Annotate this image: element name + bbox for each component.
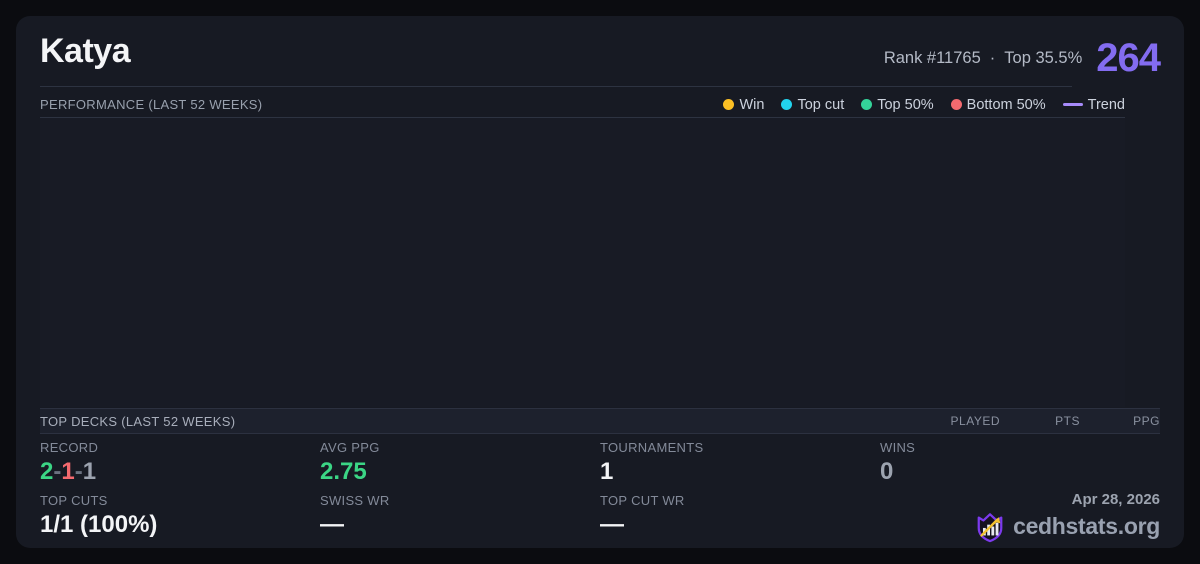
stats-grid: RECORD 2-1-1 AVG PPG 2.75 TOURNAMENTS 1 …	[40, 440, 1160, 543]
legend-label: Top cut	[797, 96, 845, 113]
top-decks-header-row: TOP DECKS (LAST 52 WEEKS) PLAYED PTS PPG	[40, 408, 1160, 434]
cedhstats-shield-logo-icon	[975, 511, 1005, 543]
stat-wins-value: 0	[880, 458, 894, 485]
stat-avg-ppg-label: AVG PPG	[320, 440, 380, 455]
player-score: 264	[1096, 36, 1161, 80]
stat-avg-ppg-value: 2.75	[320, 458, 367, 485]
top-50-dot-icon	[861, 99, 873, 110]
performance-header-row: PERFORMANCE (LAST 52 WEEKS) Win Top cut To…	[40, 93, 1125, 116]
stat-record: RECORD 2-1-1	[40, 440, 320, 486]
performance-chart	[40, 118, 1125, 407]
top-decks-heading: TOP DECKS (LAST 52 WEEKS)	[40, 413, 236, 429]
trend-line-swatch-icon	[1062, 103, 1083, 106]
brand-wordmark: cedhstats.org	[1013, 513, 1160, 540]
stat-wins-label: WINS	[880, 440, 916, 455]
legend-label: Win	[739, 96, 765, 113]
rank-text: Rank #11765	[883, 48, 981, 67]
bottom-50-dot-icon	[950, 99, 962, 110]
stat-top-cut-wr: TOP CUT WR —	[600, 493, 880, 543]
stat-avg-ppg: AVG PPG 2.75	[320, 440, 600, 486]
record-wins: 2	[40, 458, 54, 485]
rank-line: Rank #11765 · Top 35.5%	[884, 49, 1082, 68]
stat-record-value: 2-1-1	[40, 458, 320, 486]
stat-swiss-wr: SWISS WR —	[320, 493, 600, 543]
top-percent-text: Top 35.5%	[1004, 48, 1083, 67]
header-right: Rank #11765 · Top 35.5% 264	[884, 36, 1161, 80]
stat-tournaments: TOURNAMENTS 1	[600, 440, 880, 486]
stat-top-cuts: TOP CUTS 1/1 (100%)	[40, 493, 320, 543]
stat-swiss-wr-value: —	[320, 510, 344, 538]
rank-separator: ·	[989, 48, 996, 67]
stat-top-cut-wr-value: —	[600, 510, 624, 538]
top-decks-columns: PLAYED PTS PPG	[920, 414, 1160, 428]
brand-link[interactable]: cedhstats.org	[880, 511, 1160, 543]
stat-tournaments-label: TOURNAMENTS	[600, 440, 704, 455]
legend-item-bottom-50: Bottom 50%	[950, 96, 1046, 113]
chart-legend: Win Top cut Top 50% Bottom 50% Trend	[723, 97, 1125, 113]
deck-column-played: PLAYED	[950, 414, 1000, 428]
stat-swiss-wr-label: SWISS WR	[320, 492, 390, 508]
legend-item-top-50: Top 50%	[861, 96, 934, 113]
win-dot-icon	[723, 99, 735, 110]
stat-record-label: RECORD	[40, 440, 99, 455]
player-stats-card: Katya Rank #11765 · Top 35.5% 264 PERFOR…	[16, 16, 1184, 548]
stat-wins: WINS 0	[880, 440, 1160, 486]
stat-top-cuts-label: TOP CUTS	[40, 492, 108, 508]
header-divider	[40, 86, 1072, 87]
page-title: Katya	[40, 32, 131, 70]
deck-column-ppg: PPG	[1133, 414, 1160, 428]
legend-label: Trend	[1087, 96, 1125, 113]
legend-item-win: Win	[723, 97, 764, 113]
deck-column-pts: PTS	[1055, 414, 1080, 428]
record-separator: -	[74, 458, 83, 485]
legend-label: Bottom 50%	[966, 96, 1046, 113]
legend-label: Top 50%	[877, 96, 934, 113]
top-cut-dot-icon	[781, 99, 793, 110]
card-date: Apr 28, 2026	[1071, 490, 1160, 508]
stat-top-cut-wr-label: TOP CUT WR	[600, 492, 685, 508]
record-draws: 1	[82, 458, 97, 485]
record-losses: 1	[61, 458, 75, 485]
stat-tournaments-value: 1	[600, 458, 614, 485]
legend-item-trend: Trend	[1062, 96, 1125, 113]
legend-item-top-cut: Top cut	[781, 97, 844, 113]
footer: Apr 28, 2026 cedhstats.org	[880, 490, 1160, 543]
stat-top-cuts-value: 1/1 (100%)	[40, 510, 158, 538]
performance-heading: PERFORMANCE (LAST 52 WEEKS)	[40, 97, 263, 112]
